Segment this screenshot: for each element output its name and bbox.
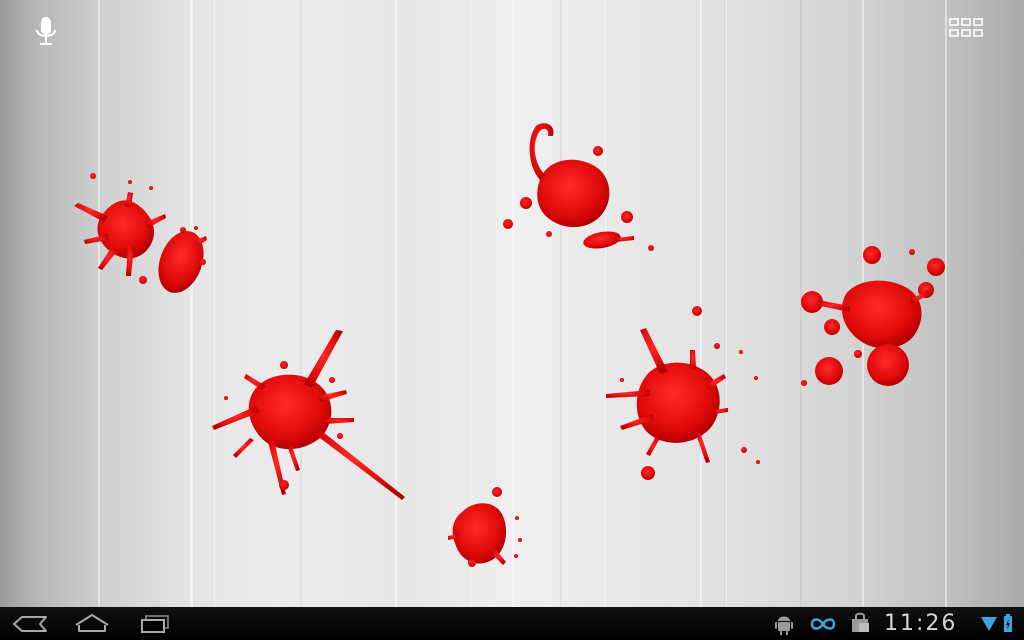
blood-splat — [212, 330, 405, 500]
back-icon — [13, 616, 47, 632]
back-button[interactable] — [6, 607, 62, 640]
grid-icon — [949, 18, 983, 37]
blood-splat — [503, 123, 654, 251]
blood-splat — [74, 173, 207, 293]
battery-icon — [1004, 614, 1012, 632]
android-home-screen: 11:26 — [0, 0, 1024, 640]
recent-apps-button[interactable] — [130, 607, 186, 640]
blood-splat — [448, 487, 522, 567]
blood-splat — [801, 246, 945, 386]
shopping-bag-icon — [852, 612, 869, 632]
all-apps-button[interactable] — [946, 16, 986, 44]
blood-splat — [606, 306, 760, 480]
wifi-icon — [981, 617, 997, 631]
mic-icon — [36, 17, 56, 45]
blood-splatter-live-wallpaper[interactable] — [0, 0, 1024, 607]
system-bar: 11:26 — [0, 607, 1024, 640]
usb-debugging-notification[interactable] — [772, 607, 796, 640]
wifi-status[interactable] — [980, 607, 998, 640]
battery-status[interactable] — [1000, 607, 1016, 640]
link-notification[interactable] — [808, 607, 838, 640]
store-notification[interactable] — [848, 607, 874, 640]
voice-search-button[interactable] — [30, 14, 62, 50]
recent-apps-icon — [141, 615, 169, 633]
status-clock[interactable]: 11:26 — [884, 611, 974, 637]
home-button[interactable] — [64, 607, 120, 640]
infinity-icon — [810, 618, 836, 630]
home-icon — [75, 614, 109, 632]
android-icon — [775, 616, 793, 635]
